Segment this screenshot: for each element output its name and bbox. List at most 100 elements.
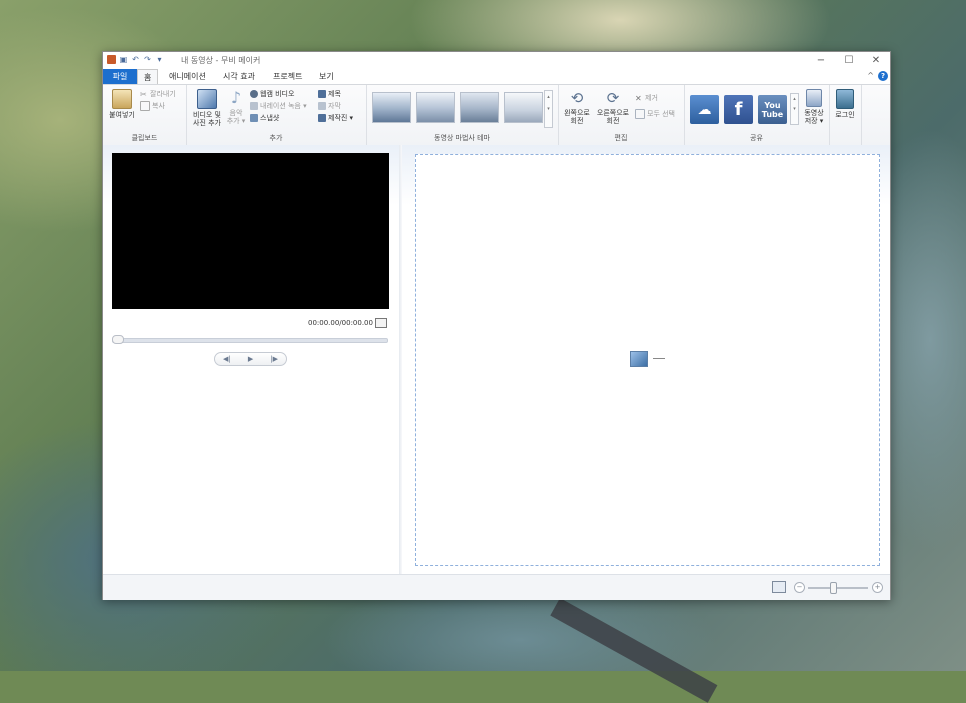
theme-thumbnail-1[interactable] <box>372 92 411 123</box>
copy-button[interactable]: 복사 <box>140 101 165 111</box>
main-content: 00:00.00/00:00.00 ◀| ▶ |▶ <box>103 145 890 574</box>
tab-home[interactable]: 홈 <box>137 69 159 85</box>
sign-in-label: 로그인 <box>835 111 855 119</box>
thumbnail-size-icon[interactable] <box>772 581 786 593</box>
previous-frame-button[interactable]: ◀| <box>215 353 239 365</box>
tab-view[interactable]: 보기 <box>313 69 340 84</box>
scissors-icon: ✂ <box>140 90 147 99</box>
record-narration-button[interactable]: 내레이션 녹음 ▾ <box>250 101 307 111</box>
snapshot-button[interactable]: 스냅샷 <box>250 113 279 123</box>
remove-x-icon: ✕ <box>635 94 642 103</box>
credits-button[interactable]: 제작진 ▾ <box>318 113 353 123</box>
select-all-icon <box>635 109 645 119</box>
caption-button[interactable]: 자막 <box>318 101 341 111</box>
redo-icon[interactable]: ↷ <box>143 55 152 64</box>
add-media-icon[interactable] <box>630 351 648 367</box>
save-movie-label-1: 동영상 <box>804 109 824 117</box>
minimize-button[interactable]: − <box>806 52 836 69</box>
close-button[interactable]: ✕ <box>861 52 891 69</box>
add-music-button[interactable]: ♪ 음악 추가 ▾ <box>224 88 248 126</box>
copy-icon <box>140 101 150 111</box>
zoom-in-button[interactable]: + <box>872 582 883 593</box>
facebook-share-button[interactable]: f <box>724 95 753 124</box>
music-note-icon: ♪ <box>230 88 242 107</box>
add-music-label-1: 음악 <box>229 109 243 117</box>
snapshot-label: 스냅샷 <box>260 114 280 122</box>
tab-file[interactable]: 파일 <box>103 69 137 84</box>
select-all-button[interactable]: 모두 선택 <box>635 109 675 119</box>
cut-button[interactable]: ✂ 잘라내기 <box>140 89 176 99</box>
onedrive-share-button[interactable]: ☁ <box>690 95 719 124</box>
group-label-clipboard: 클립보드 <box>131 134 158 142</box>
snapshot-icon <box>250 114 258 122</box>
add-video-photo-button[interactable]: 비디오 및 사진 추가 <box>190 89 224 127</box>
rotate-left-icon: ⟲ <box>570 89 584 107</box>
youtube-share-button[interactable]: You Tube <box>758 95 787 124</box>
storyboard-area[interactable] <box>415 154 880 566</box>
seek-bar[interactable] <box>112 338 388 343</box>
preview-timecode: 00:00.00/00:00.00 <box>308 319 373 327</box>
rotate-right-button[interactable]: ⟳ 오른쪽으로 회전 <box>594 89 632 125</box>
share-scroll-arrows[interactable]: ▴ ▾ <box>790 93 799 125</box>
title-label: 제목 <box>328 90 341 98</box>
status-bar: − + <box>103 574 890 600</box>
ribbon-tabs: 파일 홈 애니메이션 시각 효과 프로젝트 보기 ^ ? <box>103 69 890 85</box>
save-movie-button[interactable]: 동영상 저장 ▾ <box>799 89 829 125</box>
theme-thumbnail-2[interactable] <box>416 92 455 123</box>
zoom-slider-track[interactable] <box>808 587 868 589</box>
seek-thumb[interactable] <box>112 335 124 344</box>
rotate-left-button[interactable]: ⟲ 왼쪽으로 회전 <box>560 89 594 125</box>
cloud-icon: ☁ <box>697 101 712 118</box>
group-edit: ⟲ 왼쪽으로 회전 ⟳ 오른쪽으로 회전 ✕ 제거 모두 선택 편집 <box>558 85 685 145</box>
play-button[interactable]: ▶ <box>239 353 263 365</box>
add-video-label-2: 사진 추가 <box>193 119 221 127</box>
customize-qat-icon[interactable]: ▾ <box>155 55 164 64</box>
group-themes: ▴ ▾ 동영상 마법사 테마 <box>366 85 559 145</box>
title-button[interactable]: 제목 <box>318 89 341 99</box>
rotate-left-label-2: 회전 <box>570 117 584 125</box>
title-icon <box>318 90 326 98</box>
help-icon[interactable]: ? <box>878 71 888 81</box>
zoom-out-button[interactable]: − <box>794 582 805 593</box>
maximize-button[interactable]: ☐ <box>834 52 864 69</box>
group-clipboard: 붙여넣기 ✂ 잘라내기 복사 클립보드 <box>103 85 187 145</box>
app-icon <box>107 55 116 64</box>
window-title: 내 동영상 - 무비 메이커 <box>181 56 261 65</box>
group-label-share: 공유 <box>750 134 763 142</box>
tab-visual-effects[interactable]: 시각 효과 <box>217 69 261 84</box>
group-label-edit: 편집 <box>614 134 628 142</box>
film-photo-icon <box>197 89 217 109</box>
remove-button[interactable]: ✕ 제거 <box>635 93 658 103</box>
cut-label: 잘라내기 <box>150 90 176 98</box>
webcam-video-button[interactable]: 웹캠 비디오 <box>250 89 294 99</box>
group-label-add: 추가 <box>269 134 283 142</box>
add-music-label-2: 추가 ▾ <box>226 117 246 125</box>
zoom-slider-thumb[interactable] <box>830 582 837 594</box>
paste-button[interactable]: 붙여넣기 <box>106 89 138 119</box>
playback-controls: ◀| ▶ |▶ <box>214 352 287 366</box>
pane-splitter[interactable] <box>399 145 402 574</box>
themes-scroll-arrows[interactable]: ▴ ▾ <box>544 90 553 128</box>
next-frame-button[interactable]: |▶ <box>262 353 286 365</box>
tab-animations[interactable]: 애니메이션 <box>163 69 212 84</box>
theme-thumbnail-4[interactable] <box>504 92 543 123</box>
save-icon[interactable]: ▣ <box>119 55 128 64</box>
fullscreen-icon[interactable] <box>375 318 387 328</box>
video-preview[interactable] <box>112 153 389 309</box>
webcam-label: 웹캠 비디오 <box>260 90 295 98</box>
narration-label: 내레이션 녹음 ▾ <box>260 102 307 110</box>
remove-label: 제거 <box>645 94 658 102</box>
sign-in-button[interactable]: 로그인 <box>832 89 858 119</box>
rotate-left-label-1: 왼쪽으로 <box>564 109 590 117</box>
webcam-icon <box>250 90 258 98</box>
theme-thumbnail-3[interactable] <box>460 92 499 123</box>
ribbon-collapse-icon[interactable]: ^ <box>867 71 874 80</box>
undo-icon[interactable]: ↶ <box>131 55 140 64</box>
paste-icon <box>112 89 132 109</box>
tab-project[interactable]: 프로젝트 <box>267 69 308 84</box>
group-add: 비디오 및 사진 추가 ♪ 음악 추가 ▾ 웹캠 비디오 내레이션 녹음 ▾ 스… <box>186 85 367 145</box>
rotate-right-label-1: 오른쪽으로 <box>596 109 630 117</box>
group-share: ☁ f You Tube ▴ ▾ 동영상 저장 ▾ 공유 <box>684 85 830 145</box>
rotate-right-label-2: 회전 <box>606 117 620 125</box>
caption-label: 자막 <box>328 102 341 110</box>
